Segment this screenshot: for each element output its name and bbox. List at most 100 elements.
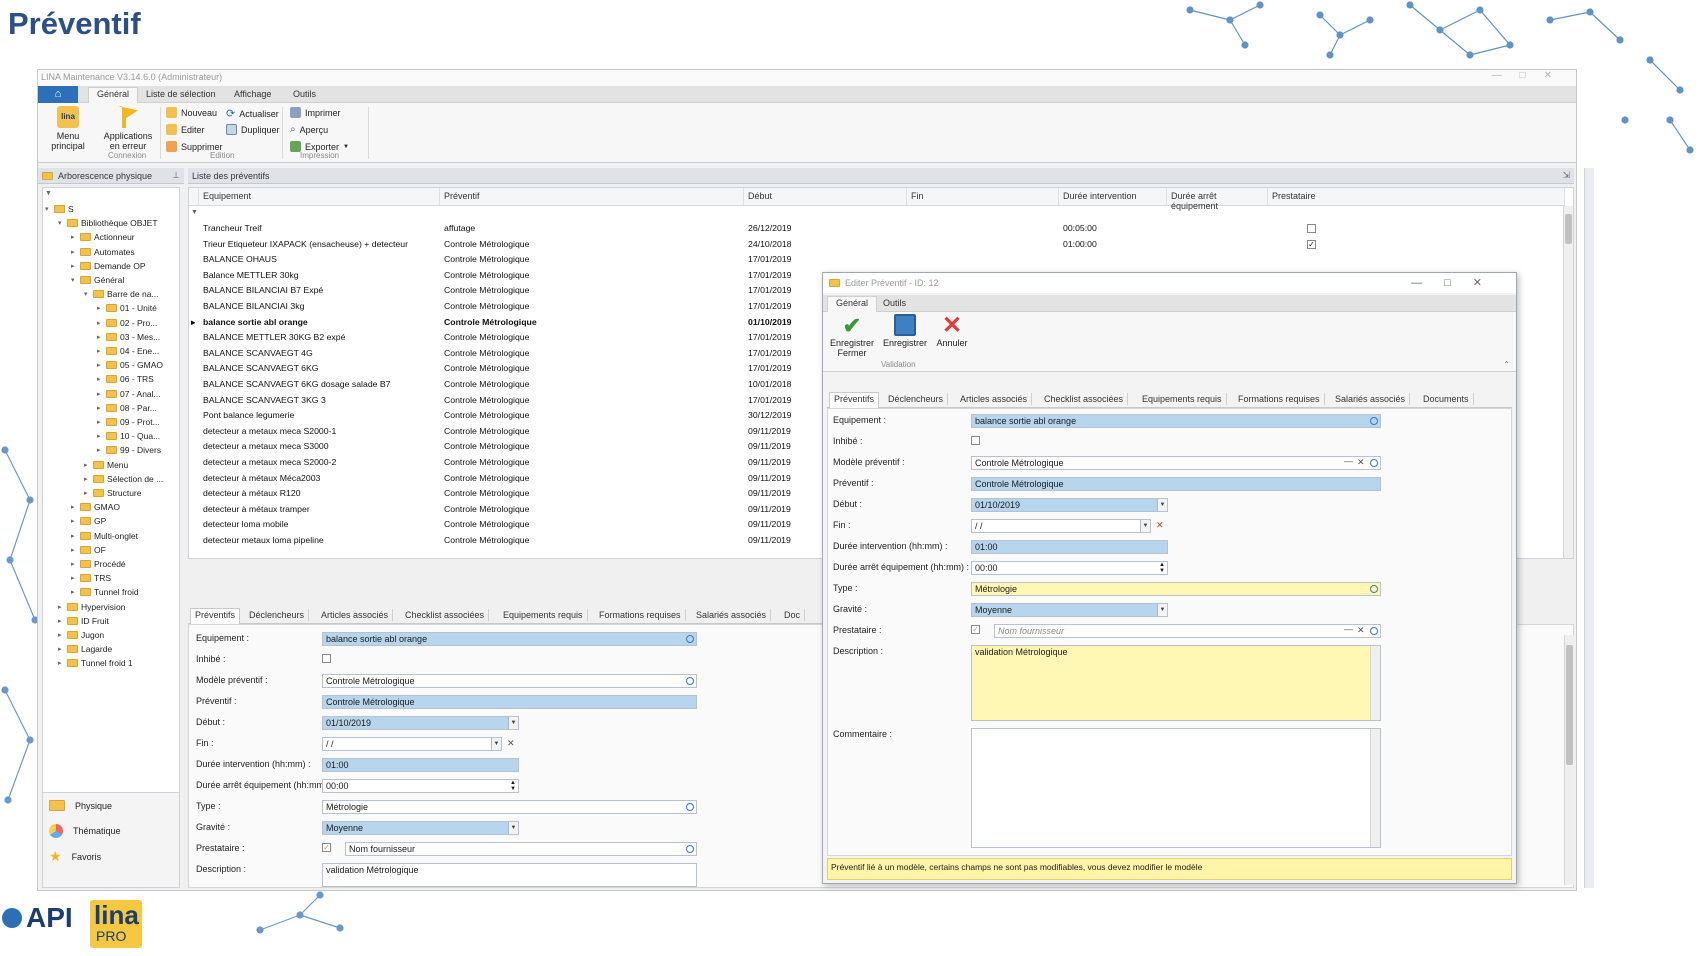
dialog-tab-general[interactable]: Général <box>827 296 878 312</box>
tree-item[interactable]: ▸ 10 - Qua... <box>97 431 160 441</box>
expand-icon[interactable]: ▸ <box>71 503 77 511</box>
tree-item[interactable]: ▸ 06 - TRS <box>97 374 154 384</box>
expand-icon[interactable]: ▸ <box>97 304 103 312</box>
subtab-7[interactable]: Doc <box>780 609 806 621</box>
spinner-icon[interactable]: ▲ ▼ <box>1159 562 1165 574</box>
clear-icon[interactable]: ✕ <box>1357 457 1365 468</box>
subtab-6[interactable]: Salariés associés <box>692 609 772 621</box>
subtab-3[interactable]: Checklist associées <box>401 609 490 621</box>
menu-principal-button[interactable]: lina Menu principal <box>40 106 96 151</box>
imprimer-button[interactable]: Imprimer <box>290 107 341 118</box>
tree-item[interactable]: ▸ 02 - Pro... <box>97 318 157 328</box>
expand-icon[interactable]: ▸ <box>71 588 77 596</box>
debut-field[interactable]: 01/10/2019 ▼ <box>322 716 519 730</box>
tree-item[interactable]: ▸ OF <box>71 545 106 555</box>
nouveau-button[interactable]: Nouveau <box>166 107 217 118</box>
expand-icon[interactable]: ▸ <box>97 347 103 355</box>
dialog-subtab-0[interactable]: Préventifs <box>829 392 880 408</box>
col-prestataire[interactable]: Prestataire <box>1268 188 1565 206</box>
tree-item[interactable]: ▸ Procédé <box>71 559 126 569</box>
expand-icon[interactable]: ▸ <box>97 333 103 341</box>
tree-item[interactable]: ▸ Multi-onglet <box>71 531 138 541</box>
tree-item[interactable]: ▸ Tunnel froid 1 <box>58 658 133 668</box>
table-row[interactable]: Trancheur Treif affutage 26/12/2019 00:05:0… <box>199 221 1573 237</box>
expand-icon[interactable]: ▸ <box>97 446 103 454</box>
tab-outils[interactable]: Outils <box>285 88 324 100</box>
pin-icon[interactable]: ⊥ <box>172 170 180 181</box>
cancel-button[interactable]: ✕ Annuler <box>931 314 973 349</box>
expand-icon[interactable]: ▸ <box>97 361 103 369</box>
dlg-inhibe-checkbox[interactable] <box>971 436 980 445</box>
lookup-icon[interactable] <box>686 635 694 643</box>
col-equipement[interactable]: Equipement <box>199 188 440 206</box>
collapse-icon[interactable]: ▾ <box>58 219 64 227</box>
tab-general[interactable]: Général <box>88 87 139 103</box>
dialog-subtab-7[interactable]: Documents <box>1419 393 1474 405</box>
expand-icon[interactable]: ▸ <box>58 603 64 611</box>
save-button[interactable]: Enregistrer <box>881 314 929 348</box>
chevron-down-icon[interactable]: ▼ <box>491 738 501 750</box>
expand-icon[interactable]: ▸ <box>97 404 103 412</box>
tree-item[interactable]: ▸ Tunnel froid <box>71 587 139 597</box>
inhibe-checkbox[interactable] <box>322 654 331 663</box>
tree-item[interactable]: ▾ Bibliothèque OBJET <box>58 218 158 228</box>
description-field[interactable]: validation Métrologique <box>322 863 697 887</box>
dialog-subtab-5[interactable]: Formations requises <box>1234 393 1325 405</box>
expand-icon[interactable]: ▸ <box>71 532 77 540</box>
dlg-gravite-field[interactable]: Moyenne ▼ <box>971 603 1168 617</box>
tree-item[interactable]: ▾ Général <box>71 275 124 285</box>
modele-field[interactable]: Controle Métrologique <box>322 674 697 688</box>
side-panel-strip[interactable] <box>1584 168 1594 888</box>
tree-item[interactable]: ▸ GP <box>71 516 106 526</box>
minus-icon[interactable]: — <box>1344 624 1353 634</box>
fin-field[interactable]: / / ▼ <box>322 737 502 751</box>
tree-item[interactable]: ▸ Automates <box>71 247 135 257</box>
filter-row-icon[interactable]: ▼ <box>191 209 198 216</box>
expand-icon[interactable]: ▸ <box>71 546 77 554</box>
prestataire-field[interactable]: Nom fournisseur <box>345 842 697 856</box>
expand-icon[interactable]: ▸ <box>71 248 77 256</box>
dlg-prestataire-checkbox[interactable]: ✓ <box>971 625 980 634</box>
col-duree-intervention[interactable]: Durée intervention <box>1059 188 1167 206</box>
expand-icon[interactable]: ▸ <box>71 262 77 270</box>
dlg-preventif-field[interactable]: Controle Métrologique <box>971 477 1381 491</box>
chevron-down-icon[interactable]: ▼ <box>1157 499 1167 511</box>
home-tab-icon[interactable]: ⌂ <box>38 86 78 103</box>
lookup-icon[interactable] <box>686 845 694 853</box>
chevron-down-icon[interactable]: ▼ <box>1157 604 1167 616</box>
dialog-subtab-6[interactable]: Salariés associés <box>1331 393 1411 405</box>
tree-item[interactable]: ▸ Hypervision <box>58 602 125 612</box>
subtab-5[interactable]: Formations requises <box>595 609 686 621</box>
expand-icon[interactable]: ▸ <box>71 233 77 241</box>
lookup-icon[interactable] <box>686 803 694 811</box>
tree-item[interactable]: ▸ 01 - Unité <box>97 303 157 313</box>
expand-icon[interactable]: ▸ <box>71 574 77 582</box>
lookup-icon[interactable] <box>1370 585 1378 593</box>
tree-item[interactable]: ▸ Menu <box>84 460 128 470</box>
subtab-2[interactable]: Articles associés <box>317 609 394 621</box>
dlg-duree-arret-field[interactable]: 00:00 ▲ ▼ <box>971 561 1168 575</box>
collapse-ribbon-icon[interactable]: ⌃ <box>1503 360 1510 369</box>
tree-item[interactable]: ▾ Barre de na... <box>84 289 159 299</box>
expand-icon[interactable]: ▸ <box>58 659 64 667</box>
tree-item[interactable]: ▸ 03 - Mes... <box>97 332 160 342</box>
col-debut[interactable]: Début <box>744 188 907 206</box>
tree-item[interactable]: ▸ Jugon <box>58 630 104 640</box>
expand-icon[interactable]: ▸ <box>58 645 64 653</box>
gravite-field[interactable]: Moyenne ▼ <box>322 821 519 835</box>
tree-item[interactable]: ▸ Demande OP <box>71 261 146 271</box>
collapse-icon[interactable]: ▾ <box>45 205 51 213</box>
clear-icon[interactable]: ✕ <box>507 738 515 749</box>
expand-icon[interactable]: ▸ <box>71 517 77 525</box>
tree-item[interactable]: ▸ Sélection de ... <box>84 474 163 484</box>
subtab-4[interactable]: Equipements requis <box>499 609 588 621</box>
dialog-window-controls[interactable]: —□✕ <box>1411 276 1504 289</box>
expand-icon[interactable]: ▸ <box>84 461 90 469</box>
expand-icon[interactable]: ▸ <box>58 631 64 639</box>
apercu-button[interactable]: ⌕ Aperçu <box>290 124 328 135</box>
tree-item[interactable]: ▸ 99 - Divers <box>97 445 161 455</box>
subtab-0[interactable]: Préventifs <box>190 608 241 624</box>
subtab-1[interactable]: Déclencheurs <box>245 609 310 621</box>
type-field[interactable]: Métrologie <box>322 800 697 814</box>
tree-item[interactable]: ▸ 07 - Anal... <box>97 389 161 399</box>
